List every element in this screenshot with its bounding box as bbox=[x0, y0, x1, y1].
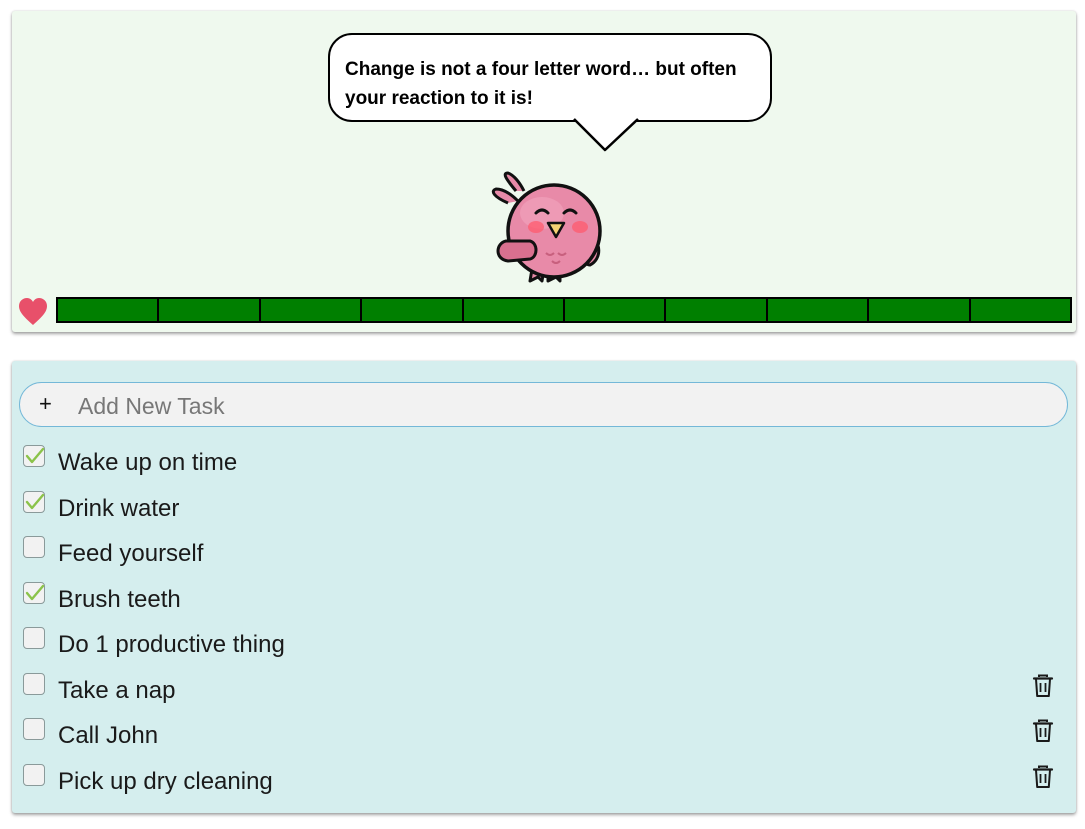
health-segment bbox=[463, 299, 564, 321]
checkmark-icon bbox=[25, 584, 45, 601]
health-segment bbox=[869, 299, 969, 321]
health-segment bbox=[970, 299, 1071, 321]
task-item: Wake up on time bbox=[12, 443, 1076, 483]
task-label: Feed yourself bbox=[58, 540, 204, 567]
task-label: Pick up dry cleaning bbox=[58, 768, 273, 795]
health-segment bbox=[666, 299, 766, 321]
todo-panel: + Wake up on time Drink water Feed yoursel… bbox=[12, 361, 1076, 813]
checkmark-icon bbox=[25, 493, 45, 510]
pet-bird-icon bbox=[491, 171, 602, 283]
trash-icon[interactable] bbox=[1032, 674, 1054, 703]
task-item: Call John bbox=[12, 716, 1076, 756]
task-item: Pick up dry cleaning bbox=[12, 762, 1076, 802]
task-checkbox[interactable] bbox=[23, 536, 45, 558]
task-label: Do 1 productive thing bbox=[58, 631, 285, 658]
task-checkbox[interactable] bbox=[23, 627, 45, 649]
health-segment bbox=[58, 299, 158, 321]
task-checkbox[interactable] bbox=[23, 491, 45, 513]
checkmark-icon bbox=[25, 447, 45, 464]
health-bar bbox=[56, 297, 1072, 323]
trash-icon[interactable] bbox=[1032, 765, 1054, 794]
task-checkbox[interactable] bbox=[23, 718, 45, 740]
pet-panel: Change is not a four letter word… but of… bbox=[12, 11, 1076, 332]
health-segment bbox=[362, 299, 462, 321]
add-task-input[interactable] bbox=[76, 391, 980, 421]
health-segment bbox=[260, 299, 361, 321]
health-segment bbox=[565, 299, 665, 321]
task-checkbox[interactable] bbox=[23, 764, 45, 786]
task-label: Call John bbox=[58, 722, 159, 749]
task-checkbox[interactable] bbox=[23, 673, 45, 695]
task-label: Drink water bbox=[58, 495, 180, 522]
task-item: Do 1 productive thing bbox=[12, 625, 1076, 665]
task-item: Take a nap bbox=[12, 671, 1076, 711]
task-item: Drink water bbox=[12, 489, 1076, 529]
speech-bubble: Change is not a four letter word… but of… bbox=[328, 33, 772, 122]
quote-text: Change is not a four letter word… but of… bbox=[345, 59, 737, 109]
health-segment bbox=[159, 299, 259, 321]
task-label: Brush teeth bbox=[58, 586, 181, 613]
health-segment bbox=[767, 299, 868, 321]
task-item: Brush teeth bbox=[12, 580, 1076, 620]
task-label: Wake up on time bbox=[58, 449, 238, 476]
task-label: Take a nap bbox=[58, 677, 176, 704]
task-item: Feed yourself bbox=[12, 534, 1076, 574]
task-checkbox[interactable] bbox=[23, 445, 45, 467]
trash-icon[interactable] bbox=[1032, 719, 1054, 748]
plus-icon[interactable]: + bbox=[39, 393, 52, 415]
speech-bubble-tail bbox=[572, 118, 639, 152]
add-task-field[interactable]: + bbox=[19, 382, 1068, 427]
task-checkbox[interactable] bbox=[23, 582, 45, 604]
heart-icon bbox=[19, 298, 47, 325]
